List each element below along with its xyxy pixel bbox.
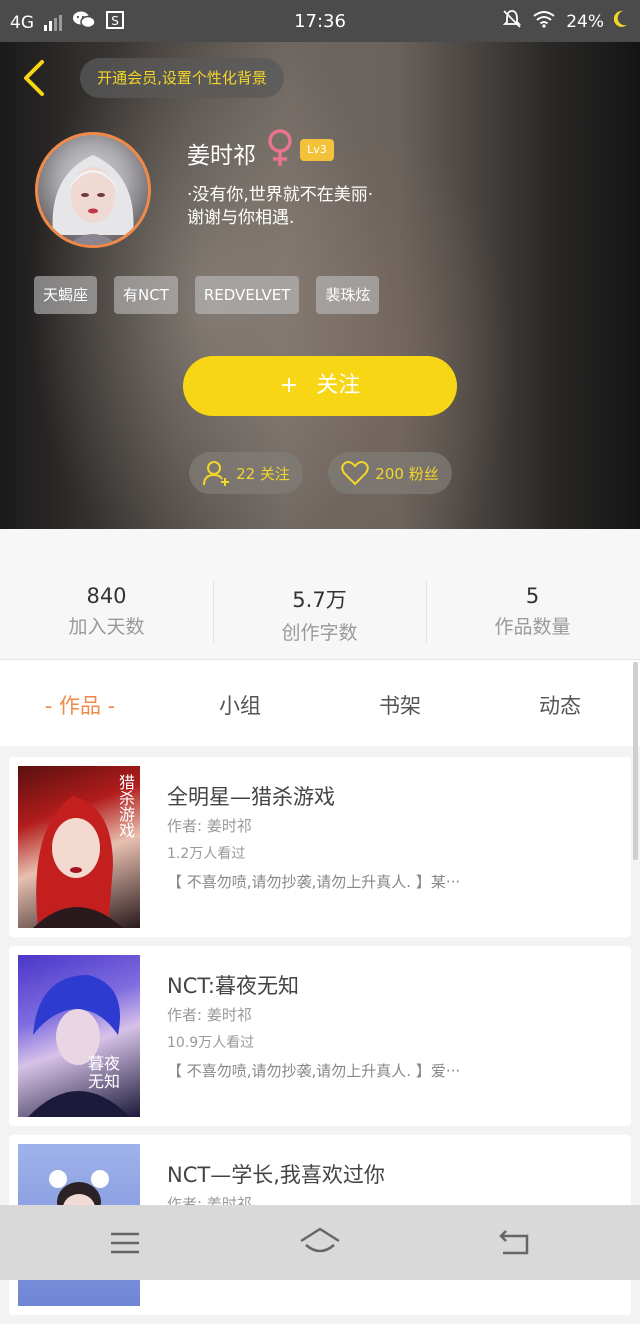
bio-line: ·没有你,世界就不在美丽· [187,185,374,205]
bio-line: 谢谢与你相遇. [187,208,295,228]
tab-bar: - 作品 - 小组 书架 动态 [0,660,640,746]
stat-label: 加入天数 [68,616,145,638]
tag[interactable]: 裴珠炫 [316,276,380,314]
work-views: 10.9万人看过 [167,1035,255,1051]
work-title: 全明星—猎杀游戏 [167,785,335,809]
profile-header: 4G S 17:36 24% 开通会员,设置个性化背景 姜时祁 Lv3 ·没有你… [0,0,640,529]
mute-icon [502,9,522,34]
follow-label: 关注 [316,373,361,398]
scrollbar[interactable] [633,662,638,860]
plus-icon: + [279,373,299,398]
menu-icon[interactable] [105,1223,145,1263]
work-card[interactable]: 猎杀游戏 全明星—猎杀游戏 作者: 姜时祁 1.2万人看过 【 不喜勿喷,请勿抄… [9,757,631,937]
back-button[interactable] [16,58,56,98]
work-description: 【 不喜勿喷,请勿抄袭,请勿上升真人. 】爱··· [167,1062,461,1080]
username: 姜时祁 [187,143,256,169]
wifi-icon [532,10,556,33]
stat-join-days: 840 加入天数 [0,584,213,639]
work-views: 1.2万人看过 [167,846,246,862]
user-add-icon [203,461,230,486]
work-author: 作者: 姜时祁 [167,817,252,835]
work-cover: 猎杀游戏 [18,766,140,928]
female-icon [263,128,297,168]
tab-groups[interactable]: 小组 [160,690,320,720]
night-icon [613,10,628,33]
work-card[interactable]: 暮夜无知 NCT:暮夜无知 作者: 姜时祁 10.9万人看过 【 不喜勿喷,请勿… [9,946,631,1126]
cover-portrait [28,975,130,1117]
follow-button[interactable]: + 关注 [183,356,457,416]
stats-row: 840 加入天数 5.7万 创作字数 5 作品数量 [0,529,640,660]
chevron-left-icon [24,60,44,96]
cover-title: 暮夜无知 [88,1054,121,1091]
tab-activity[interactable]: 动态 [480,690,640,720]
work-author: 作者: 姜时祁 [167,1006,252,1024]
fans-count-button[interactable]: 200 粉丝 [328,452,452,494]
heart-icon [341,461,370,486]
stat-word-count: 5.7万 创作字数 [213,584,426,645]
stat-works-count: 5 作品数量 [426,584,639,639]
tag[interactable]: 有NCT [114,276,178,314]
fans-label: 200 粉丝 [375,464,439,483]
system-nav-bar [0,1205,640,1280]
work-title: NCT—学长,我喜欢过你 [167,1163,385,1187]
tag-list: 天蝎座 有NCT REDVELVET 裴珠炫 [34,276,380,314]
tab-works[interactable]: - 作品 - [0,690,160,720]
avatar-portrait [52,155,134,245]
bio: ·没有你,世界就不在美丽· 谢谢与你相遇. [187,184,373,230]
following-count-button[interactable]: 22 关注 [189,452,303,494]
cover-title: 猎杀游戏 [116,774,135,838]
tag[interactable]: REDVELVET [194,276,300,314]
home-icon[interactable] [298,1223,342,1263]
stat-label: 作品数量 [494,616,571,638]
battery-level: 24% [566,11,604,32]
level-badge: Lv3 [300,139,334,161]
stat-label: 创作字数 [281,622,358,644]
avatar[interactable] [35,132,151,248]
tag[interactable]: 天蝎座 [34,276,98,314]
status-bar: 4G S 17:36 24% [0,0,640,42]
stat-value: 840 [86,584,127,608]
status-bar-right: 24% [502,9,628,34]
tab-bookshelf[interactable]: 书架 [320,690,480,720]
work-description: 【 不喜勿喷,请勿抄袭,请勿上升真人. 】某··· [167,873,461,891]
following-label: 22 关注 [236,464,290,483]
back-icon[interactable] [495,1223,535,1263]
stat-value: 5.7万 [292,588,347,612]
work-cover: 暮夜无知 [18,955,140,1117]
vip-background-prompt[interactable]: 开通会员,设置个性化背景 [80,58,284,98]
work-title: NCT:暮夜无知 [167,974,299,998]
stat-value: 5 [525,584,540,608]
